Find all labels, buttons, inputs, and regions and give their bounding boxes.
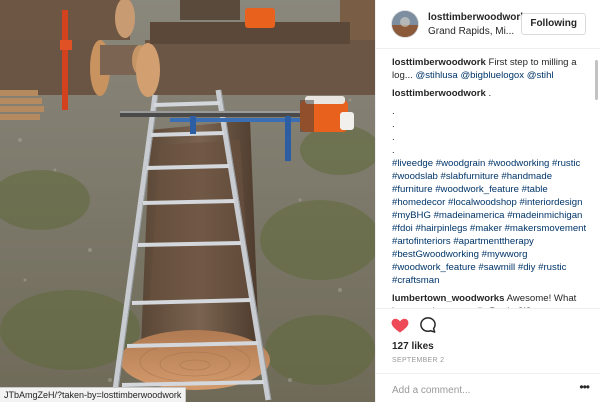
comment-item: . (392, 144, 588, 157)
comment-username[interactable]: lumbertown_woodworks (392, 293, 504, 304)
comment-item: . (392, 118, 588, 131)
comment-text: . (392, 119, 395, 130)
likes-count[interactable]: 127 likes (392, 341, 434, 352)
heart-icon[interactable] (390, 315, 410, 335)
comment-text: . (392, 132, 395, 143)
comment-item: . (392, 105, 588, 118)
post-header: losttimberwoodwork Grand Rapids, Mi... F… (376, 0, 600, 49)
comment-text: . (392, 106, 395, 117)
avatar[interactable] (392, 11, 418, 37)
log-milling-image (0, 0, 375, 402)
comment-list: losttimberwoodwork First step to milling… (392, 56, 588, 308)
more-options-icon[interactable]: ••• (579, 380, 590, 394)
comment-item: lumbertown_woodworks Awesome! What happe… (392, 292, 588, 308)
comment-text: . (488, 88, 492, 99)
comment-text: . (392, 145, 395, 156)
status-url: JTbAmgZeH/?taken-by=losttimberwoodwork (0, 387, 187, 402)
add-comment-bar: ••• (376, 373, 600, 404)
comments-scrollbar[interactable] (595, 60, 598, 100)
post-actions: 127 likes SEPTEMBER 2 ••• (376, 308, 600, 403)
header-location[interactable]: Grand Rapids, Mi... (428, 26, 514, 37)
post-photo[interactable]: JTbAmgZeH/?taken-by=losttimberwoodwork (0, 0, 375, 402)
header-username[interactable]: losttimberwoodwork (428, 12, 526, 23)
following-button[interactable]: Following (521, 13, 586, 35)
comment-username[interactable]: losttimberwoodwork (392, 57, 486, 68)
comment-item: losttimberwoodwork First step to milling… (392, 56, 588, 82)
comment-icon[interactable] (418, 315, 438, 335)
comment-username[interactable]: losttimberwoodwork (392, 88, 486, 99)
post-date: SEPTEMBER 2 (392, 357, 445, 364)
add-comment-input[interactable] (390, 381, 554, 399)
comment-item: . (392, 131, 588, 144)
comment-text: #liveedge #woodgrain #woodworking #rusti… (392, 158, 587, 286)
post-panel: losttimberwoodwork Grand Rapids, Mi... F… (375, 0, 600, 402)
comment-item: losttimberwoodwork . (392, 87, 588, 100)
comment-item: #liveedge #woodgrain #woodworking #rusti… (392, 157, 588, 287)
